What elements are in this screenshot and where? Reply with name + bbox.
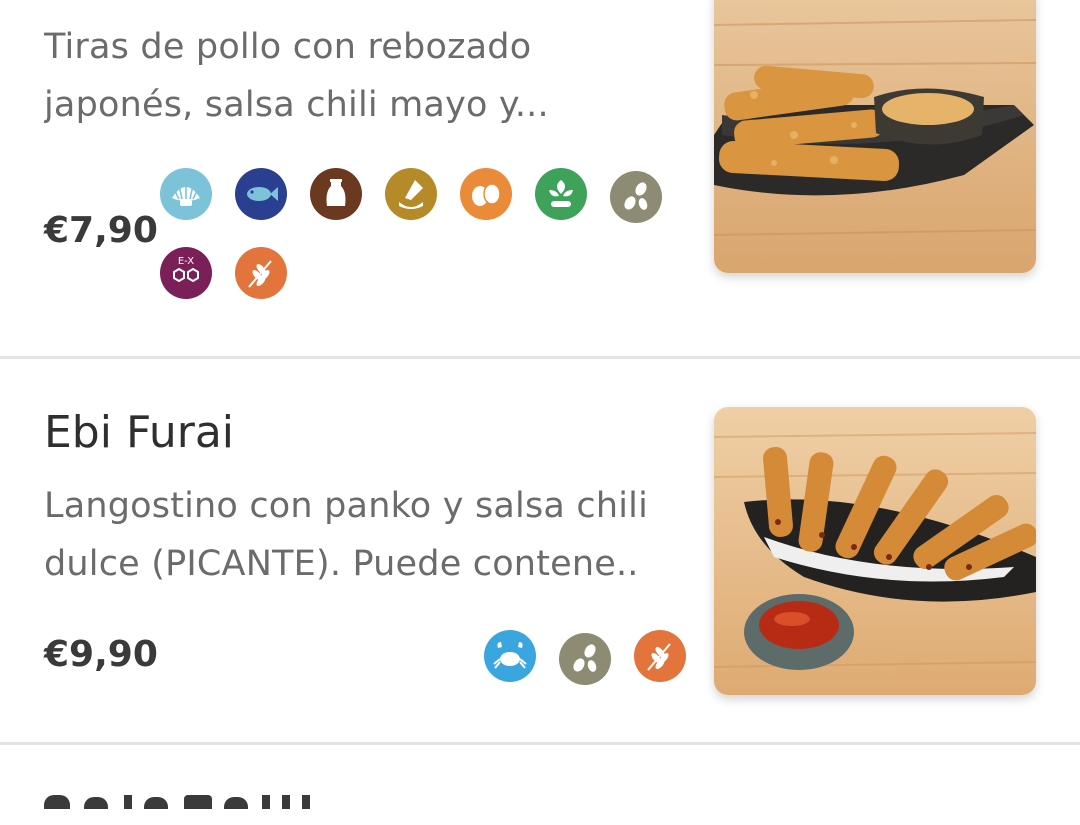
sesame-icon: [559, 633, 611, 685]
fried-chicken-image: [714, 0, 1036, 273]
fish-icon: [235, 168, 287, 220]
svg-text:E-X: E-X: [178, 256, 194, 267]
crustacean-icon: [484, 630, 536, 682]
menu-item-ebi-furai[interactable]: Ebi Furai Langostino con panko y salsa c…: [0, 359, 1080, 743]
item-price: €7,90: [44, 210, 158, 251]
item-photo[interactable]: [714, 407, 1036, 695]
item-title: Ebi Furai: [44, 407, 235, 458]
fried-shrimp-image: [714, 407, 1036, 695]
soy-icon: [535, 168, 587, 220]
milk-icon: [310, 168, 362, 220]
sulphites-icon: E-X: [160, 247, 212, 299]
menu-item-next[interactable]: [0, 745, 1080, 809]
menu-item-chicken[interactable]: Tiras de pollo con rebozado japonés, sal…: [0, 0, 1080, 358]
mustard-icon: [385, 168, 437, 220]
gluten-icon: [235, 247, 287, 299]
sesame-icon: [610, 171, 662, 223]
item-description: Tiras de pollo con rebozado japonés, sal…: [44, 27, 549, 125]
item-price: €9,90: [44, 634, 158, 675]
item-title-partial: [44, 795, 374, 825]
shellfish-icon: [160, 168, 212, 220]
egg-icon: [460, 168, 512, 220]
item-description: Langostino con panko y salsa chili dulce…: [44, 486, 648, 584]
item-photo[interactable]: [714, 0, 1036, 273]
gluten-icon: [634, 630, 686, 682]
